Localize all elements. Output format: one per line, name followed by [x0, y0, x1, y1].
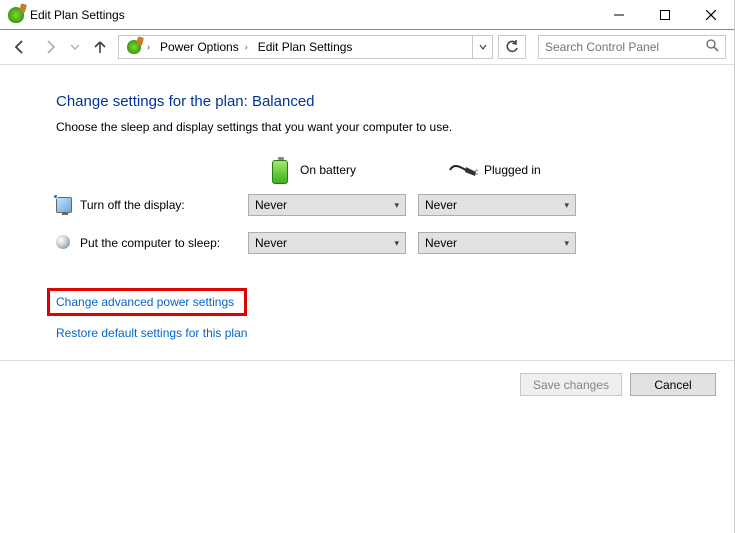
save-changes-button[interactable]: Save changes: [520, 373, 622, 396]
setting-label: Put the computer to sleep:: [80, 236, 220, 250]
refresh-button[interactable]: [498, 35, 526, 59]
forward-button[interactable]: [38, 35, 62, 59]
dropdown-value: Never: [255, 198, 394, 212]
button-label: Save changes: [533, 378, 609, 392]
battery-icon: [268, 156, 292, 184]
column-headers: On battery Plugged in: [236, 156, 716, 184]
chevron-down-icon: ▾: [394, 200, 399, 211]
display-plugged-dropdown[interactable]: Never ▾: [418, 194, 576, 216]
restore-defaults-link[interactable]: Restore default settings for this plan: [56, 326, 247, 340]
window-title: Edit Plan Settings: [30, 8, 125, 22]
sleep-plugged-dropdown[interactable]: Never ▾: [418, 232, 576, 254]
column-label: On battery: [300, 163, 356, 177]
search-input[interactable]: Search Control Panel: [538, 35, 726, 59]
search-icon: [706, 39, 719, 55]
breadcrumb-label: Edit Plan Settings: [258, 40, 353, 54]
chevron-down-icon: ▾: [394, 238, 399, 249]
display-icon: [56, 197, 72, 213]
highlight-box: Change advanced power settings: [47, 288, 247, 316]
sleep-battery-dropdown[interactable]: Never ▾: [248, 232, 406, 254]
footer-buttons: Save changes Cancel: [0, 360, 734, 396]
up-button[interactable]: [88, 35, 112, 59]
chevron-down-icon: ▾: [564, 200, 569, 211]
setting-label: Turn off the display:: [80, 198, 185, 212]
cancel-button[interactable]: Cancel: [630, 373, 716, 396]
breadcrumb-label: Power Options: [160, 40, 239, 54]
search-placeholder: Search Control Panel: [545, 40, 659, 54]
breadcrumb-item-edit-plan[interactable]: Edit Plan Settings: [254, 36, 357, 58]
chevron-right-icon: ›: [245, 42, 248, 52]
chevron-down-icon: ▾: [564, 238, 569, 249]
display-battery-dropdown[interactable]: Never ▾: [248, 194, 406, 216]
moon-icon: [56, 235, 72, 251]
breadcrumb-root-icon[interactable]: ›: [123, 36, 154, 58]
back-button[interactable]: [8, 35, 32, 59]
app-power-icon: [8, 7, 24, 23]
maximize-button[interactable]: [642, 0, 688, 30]
breadcrumb-dropdown[interactable]: [472, 36, 492, 58]
setting-row-sleep: Put the computer to sleep: Never ▾ Never…: [56, 232, 716, 254]
page-subheading: Choose the sleep and display settings th…: [56, 120, 716, 134]
recent-dropdown[interactable]: [68, 35, 82, 59]
dropdown-value: Never: [425, 198, 564, 212]
page-heading: Change settings for the plan: Balanced: [56, 93, 716, 110]
window-buttons: [596, 0, 734, 30]
advanced-power-settings-link[interactable]: Change advanced power settings: [56, 295, 234, 309]
close-button[interactable]: [688, 0, 734, 30]
minimize-button[interactable]: [596, 0, 642, 30]
column-label: Plugged in: [484, 163, 541, 177]
titlebar: Edit Plan Settings: [0, 0, 734, 30]
dropdown-value: Never: [425, 236, 564, 250]
setting-row-display: Turn off the display: Never ▾ Never ▾: [56, 194, 716, 216]
dropdown-value: Never: [255, 236, 394, 250]
navigation-bar: › Power Options › Edit Plan Settings Sea…: [0, 30, 734, 64]
breadcrumb-item-power-options[interactable]: Power Options ›: [156, 36, 252, 58]
chevron-right-icon: ›: [147, 42, 150, 52]
plug-icon: [448, 162, 476, 178]
column-plugged-in: Plugged in: [448, 156, 616, 184]
column-on-battery: On battery: [268, 156, 436, 184]
button-label: Cancel: [654, 378, 691, 392]
breadcrumb[interactable]: › Power Options › Edit Plan Settings: [118, 35, 493, 59]
content-area: Change settings for the plan: Balanced C…: [0, 65, 734, 366]
